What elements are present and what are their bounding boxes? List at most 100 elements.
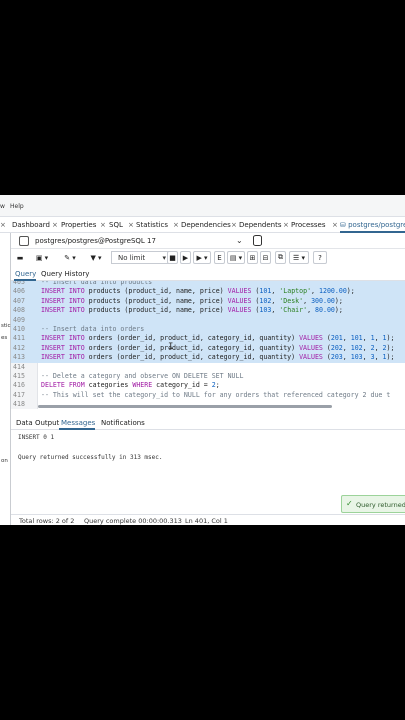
- row-limit-select[interactable]: No limit ▾: [111, 251, 171, 264]
- code-line[interactable]: 416 DELETE FROM categories WHERE category…: [11, 381, 405, 390]
- tab-notifications[interactable]: Notifications: [101, 419, 145, 427]
- code-line[interactable]: 408 INSERT INTO products (product_id, nam…: [11, 306, 405, 316]
- code-line[interactable]: 417 -- This will set the category_id to N…: [11, 391, 405, 400]
- tab-close-icon[interactable]: ×: [231, 221, 237, 229]
- object-explorer-edge: stic es on: [0, 233, 11, 525]
- line-number: 408: [13, 306, 25, 315]
- tab-query[interactable]: Query: [15, 270, 36, 278]
- line-number: 405: [13, 281, 25, 286]
- notification-text: Query returned s: [356, 501, 405, 509]
- line-number: 416: [13, 381, 25, 390]
- commit-icon[interactable]: ⊞: [247, 251, 258, 264]
- sql-editor[interactable]: 405 -- Insert data into products 406 INSERT…: [11, 281, 405, 409]
- result-panel-tabs: Data Output Messages Notifications: [11, 416, 405, 430]
- execute-icon[interactable]: ▶: [180, 251, 191, 264]
- code-text: -- Delete a category and observe ON DELE…: [41, 372, 244, 380]
- code-line[interactable]: 409: [11, 315, 405, 325]
- query-tool-tab-icon: ⛁: [340, 221, 346, 229]
- menubar: w Help: [0, 195, 405, 217]
- code-line[interactable]: 412 INSERT INTO orders (order_id, product…: [11, 343, 405, 354]
- code-line[interactable]: 415 -- Delete a category and observe ON D…: [11, 372, 405, 381]
- open-file-icon[interactable]: ▬: [15, 251, 25, 264]
- tab-close-icon[interactable]: ×: [173, 221, 179, 229]
- line-number: 406: [13, 287, 25, 296]
- line-number: 413: [13, 353, 25, 362]
- sidebar-fragment: on: [1, 458, 8, 464]
- execute-options-icon[interactable]: ▶ ▾: [193, 251, 211, 264]
- tab-data-output[interactable]: Data Output: [16, 419, 59, 427]
- tab-processes[interactable]: Processes: [291, 221, 326, 229]
- tab-dashboard[interactable]: Dashboard: [12, 221, 50, 229]
- message-line: INSERT 0 1: [18, 434, 55, 441]
- code-text: -- Insert data into products: [41, 281, 153, 286]
- query-panel-tabs: Query Query History: [11, 267, 405, 281]
- line-number: 409: [13, 315, 25, 324]
- code-line[interactable]: 411 INSERT INTO orders (order_id, product…: [11, 334, 405, 344]
- message-line: Query returned successfully in 313 msec.: [18, 454, 163, 461]
- tab-close-icon[interactable]: ×: [332, 221, 338, 229]
- code-line[interactable]: 410 -- Insert data into orders: [11, 325, 405, 335]
- code-text: INSERT INTO products (product_id, name, …: [41, 296, 343, 305]
- tab-close-icon[interactable]: ×: [0, 221, 6, 229]
- code-text: -- This will set the category_id to NULL…: [41, 390, 391, 399]
- line-number: 411: [13, 334, 25, 343]
- line-number: 407: [13, 296, 25, 305]
- save-button[interactable]: ▣ ▾: [31, 251, 53, 264]
- edit-icon[interactable]: ✎ ▾: [59, 251, 81, 264]
- code-line[interactable]: 413 INSERT INTO orders (order_id, product…: [11, 353, 405, 363]
- line-number: 418: [13, 400, 25, 409]
- chevron-down-icon[interactable]: ⌄: [236, 236, 243, 245]
- rollback-icon[interactable]: ⊟: [260, 251, 271, 264]
- line-number: 417: [13, 390, 25, 399]
- code-line[interactable]: 414: [11, 363, 405, 372]
- tab-dependencies[interactable]: Dependencies: [181, 221, 231, 229]
- code-line[interactable]: 406 INSERT INTO products (product_id, nam…: [11, 287, 405, 297]
- tab-close-icon[interactable]: ×: [52, 221, 58, 229]
- horizontal-scrollbar[interactable]: [38, 405, 332, 408]
- object-tabs: Dashboard Properties SQL Statistics Depe…: [0, 217, 405, 233]
- tab-query-tool-label: postgres/postgres@: [348, 221, 405, 229]
- chevron-down-icon: ▾: [162, 254, 166, 262]
- database-icon[interactable]: [253, 235, 262, 246]
- code-text: -- Insert data into orders: [41, 325, 145, 333]
- explain-icon[interactable]: E: [214, 251, 225, 264]
- pgadmin-window: w Help Dashboard Properties SQL Statisti…: [0, 195, 405, 525]
- mouse-cursor-icon: I: [168, 342, 174, 352]
- tab-query-history[interactable]: Query History: [41, 270, 89, 278]
- tab-close-icon[interactable]: ×: [128, 221, 134, 229]
- tab-statistics[interactable]: Statistics: [136, 221, 168, 229]
- code-text: INSERT INTO orders (order_id, product_id…: [41, 334, 395, 343]
- connection-bar: postgres/postgres@PostgreSQL 17 ⌄: [11, 233, 405, 249]
- menu-item-help[interactable]: Help: [10, 203, 24, 210]
- tab-query-tool[interactable]: ⛁ postgres/postgres@: [340, 221, 405, 229]
- code-text: DELETE FROM categories WHERE category_id…: [41, 381, 220, 390]
- stop-icon[interactable]: ■: [167, 251, 178, 264]
- menu-item-window[interactable]: w: [0, 203, 5, 210]
- tab-sql[interactable]: SQL: [109, 221, 123, 229]
- cursor-position: Ln 401, Col 1: [185, 517, 228, 525]
- code-line[interactable]: 407 INSERT INTO products (product_id, nam…: [11, 296, 405, 307]
- total-rows: Total rows: 2 of 2: [19, 517, 75, 525]
- help-icon[interactable]: ?: [313, 251, 327, 264]
- tab-close-icon[interactable]: ×: [283, 221, 289, 229]
- macros-icon[interactable]: ☰ ▾: [289, 251, 309, 264]
- copy-icon[interactable]: ⧉: [275, 251, 286, 264]
- filter-icon[interactable]: ▼ ▾: [87, 251, 105, 264]
- connection-select[interactable]: postgres/postgres@PostgreSQL 17: [35, 237, 156, 245]
- query-toolbar: ▬ ▣ ▾ ✎ ▾ ▼ ▾ No limit ▾ ■ ▶ ▶ ▾ E ▤ ▾ ⊞…: [11, 250, 405, 266]
- tab-dependents[interactable]: Dependents: [239, 221, 281, 229]
- line-number: 412: [13, 343, 25, 352]
- tab-messages[interactable]: Messages: [61, 419, 95, 427]
- tab-close-icon[interactable]: ×: [100, 221, 106, 229]
- line-number: 415: [13, 372, 25, 380]
- query-complete-time: Query complete 00:00:00.313: [84, 517, 182, 525]
- sidebar-fragment: es: [1, 335, 8, 341]
- line-number: 410: [13, 325, 25, 333]
- code-text: INSERT INTO products (product_id, name, …: [41, 306, 343, 315]
- success-notification[interactable]: ✓ Query returned s: [341, 495, 405, 513]
- tab-properties[interactable]: Properties: [61, 221, 96, 229]
- connection-status-icon[interactable]: [19, 236, 29, 246]
- active-tab-indicator: [59, 428, 95, 430]
- check-circle-icon: ✓: [346, 499, 353, 508]
- explain-analyze-icon[interactable]: ▤ ▾: [227, 251, 245, 264]
